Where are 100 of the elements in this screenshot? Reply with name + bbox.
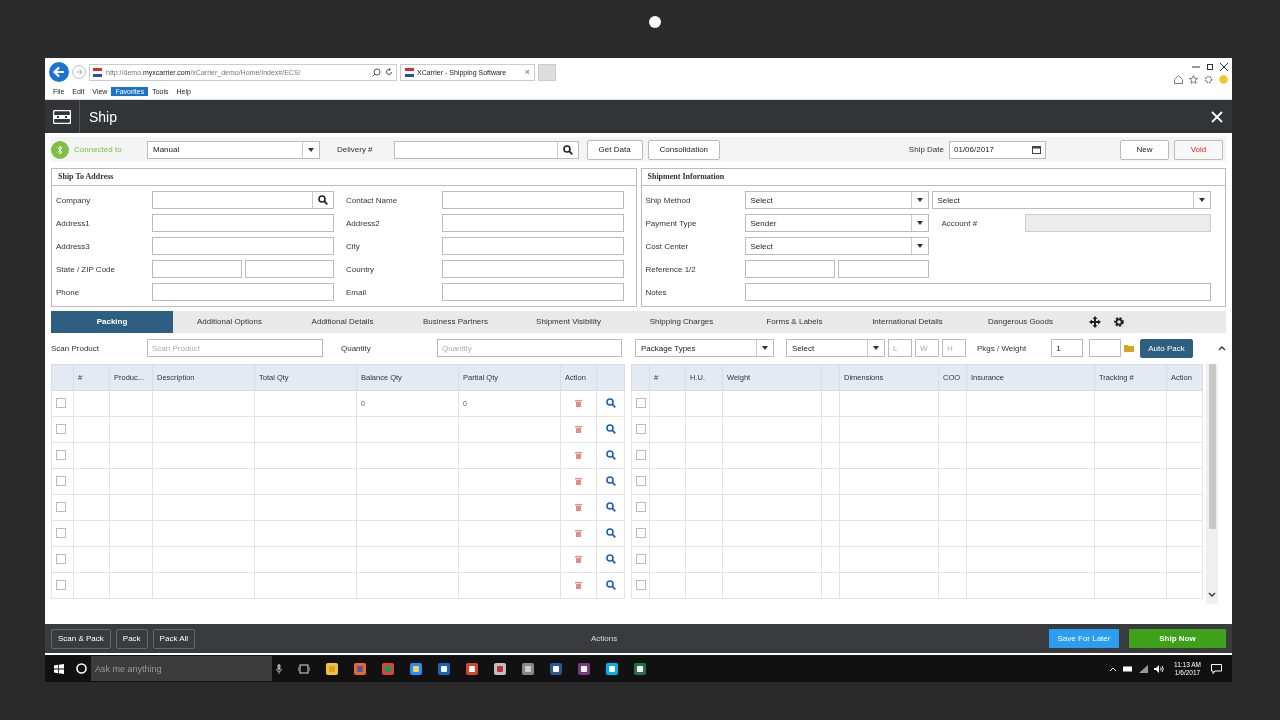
text-field[interactable]: [152, 237, 334, 256]
move-icon[interactable]: [1089, 316, 1101, 329]
text-field[interactable]: [152, 191, 334, 210]
text-field[interactable]: [244, 260, 334, 279]
new-tab-button[interactable]: [538, 63, 556, 81]
notifications-icon[interactable]: [1211, 663, 1222, 674]
app-icon[interactable]: [325, 661, 339, 676]
tab[interactable]: Additional Details: [286, 311, 399, 334]
battery-icon[interactable]: [1123, 665, 1133, 672]
dropdown[interactable]: Manual: [147, 140, 320, 159]
trash-icon[interactable]: [575, 503, 582, 511]
dropdown[interactable]: Select: [744, 191, 929, 210]
folder-icon[interactable]: [1124, 344, 1135, 353]
text-field[interactable]: [838, 260, 929, 279]
checkbox[interactable]: [636, 398, 646, 408]
app-icon[interactable]: [577, 661, 591, 676]
packages-field[interactable]: 1: [1051, 339, 1084, 358]
maximize-icon[interactable]: [1206, 62, 1214, 71]
app-icon[interactable]: [409, 661, 423, 676]
tab[interactable]: Packing: [51, 311, 173, 334]
back-icon[interactable]: [49, 62, 69, 82]
checkbox[interactable]: [636, 554, 646, 564]
settings-icon[interactable]: [1113, 316, 1125, 329]
trash-icon[interactable]: [575, 477, 582, 485]
dropdown[interactable]: Sender: [744, 214, 929, 233]
forward-icon[interactable]: [72, 65, 86, 79]
text-field[interactable]: [442, 191, 624, 210]
dropdown[interactable]: Select: [744, 237, 929, 256]
app-icon[interactable]: [633, 661, 647, 676]
scroll-down-icon[interactable]: [1208, 592, 1216, 598]
gear-icon[interactable]: [1204, 74, 1213, 84]
close-icon[interactable]: [1220, 62, 1228, 71]
action-button[interactable]: Scan & Pack: [51, 628, 111, 649]
checkbox[interactable]: [56, 554, 66, 564]
app-icon[interactable]: [437, 661, 451, 676]
trash-icon[interactable]: [575, 529, 582, 537]
auto-pack-button[interactable]: Auto Pack: [1140, 338, 1193, 358]
text-field[interactable]: [442, 237, 624, 256]
chevron-up-icon[interactable]: [1109, 665, 1117, 672]
home-icon[interactable]: [1174, 74, 1183, 84]
refresh-icon[interactable]: [385, 68, 393, 76]
app-icon[interactable]: [521, 661, 535, 676]
app-icon[interactable]: [493, 661, 507, 676]
dimension-field[interactable]: W: [915, 339, 939, 358]
star-icon[interactable]: [1189, 74, 1198, 84]
tab[interactable]: Shipping Charges: [625, 311, 738, 334]
checkbox[interactable]: [636, 450, 646, 460]
toolbar-button[interactable]: Consolidation: [647, 139, 721, 160]
search-icon[interactable]: [605, 528, 616, 538]
search-icon[interactable]: [605, 424, 616, 434]
tab[interactable]: Dangerous Goods: [964, 311, 1077, 334]
checkbox[interactable]: [636, 502, 646, 512]
checkbox[interactable]: [56, 424, 66, 434]
search-icon[interactable]: [562, 144, 573, 155]
trash-icon[interactable]: [575, 581, 582, 589]
calendar-icon[interactable]: [1032, 145, 1041, 155]
dimension-field[interactable]: L: [888, 339, 912, 358]
trash-icon[interactable]: [575, 399, 582, 407]
search-icon[interactable]: [605, 398, 616, 408]
search-field[interactable]: Ask me anything: [91, 656, 272, 681]
toolbar-button[interactable]: Get Data: [586, 139, 643, 160]
text-field[interactable]: [442, 260, 624, 279]
app-icon[interactable]: [549, 661, 563, 676]
checkbox[interactable]: [56, 580, 66, 590]
quantity-field[interactable]: Quantity: [437, 339, 622, 358]
dropdown[interactable]: Package Types: [635, 339, 774, 358]
app-icon[interactable]: [465, 661, 479, 676]
checkbox[interactable]: [56, 502, 66, 512]
search-icon[interactable]: [605, 502, 616, 512]
search-icon[interactable]: [605, 476, 616, 486]
checkbox[interactable]: [636, 424, 646, 434]
dropdown[interactable]: Select: [931, 191, 1211, 210]
scrollbar[interactable]: [1206, 364, 1218, 604]
checkbox[interactable]: [636, 528, 646, 538]
text-field[interactable]: [152, 283, 334, 302]
search-icon[interactable]: [605, 580, 616, 590]
notes-field[interactable]: [744, 283, 1211, 302]
dimension-field[interactable]: H: [942, 339, 966, 358]
trash-icon[interactable]: [575, 425, 582, 433]
checkbox[interactable]: [56, 398, 66, 408]
search-icon[interactable]: [605, 554, 616, 564]
microphone-icon[interactable]: [276, 663, 282, 674]
scan-field[interactable]: Scan Product: [147, 339, 323, 358]
search-icon[interactable]: [318, 195, 328, 206]
tab[interactable]: Additional Options: [173, 311, 286, 334]
void-button[interactable]: Void: [1174, 139, 1223, 160]
tab[interactable]: Shipment Visibility: [512, 311, 625, 334]
tab[interactable]: Business Partners: [399, 311, 512, 334]
dropdown[interactable]: Select: [786, 339, 885, 358]
trash-icon[interactable]: [575, 451, 582, 459]
text-field[interactable]: [152, 260, 242, 279]
text-field[interactable]: [152, 214, 334, 233]
checkbox[interactable]: [56, 528, 66, 538]
action-button[interactable]: Pack: [115, 628, 148, 649]
delivery-field[interactable]: [393, 140, 579, 159]
windows-start-icon[interactable]: [54, 663, 64, 674]
text-field[interactable]: [442, 214, 624, 233]
text-field[interactable]: [442, 283, 624, 302]
tab[interactable]: International Details: [851, 311, 964, 334]
weight-field[interactable]: [1089, 339, 1122, 358]
